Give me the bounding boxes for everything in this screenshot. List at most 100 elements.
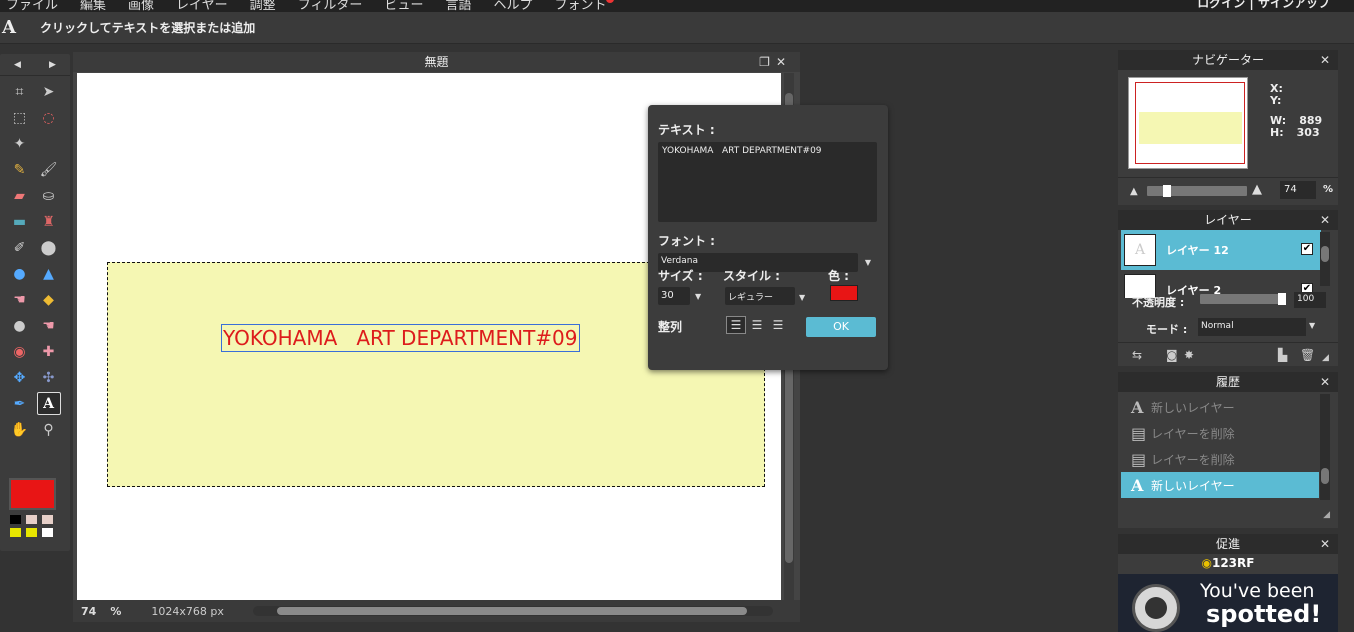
marquee-icon[interactable]: ⬚	[8, 106, 32, 129]
visibility-checkbox[interactable]: ✔	[1301, 243, 1313, 255]
paint-bucket-icon[interactable]: ⛀	[37, 184, 61, 207]
layer-styles-icon[interactable]: ✸	[1184, 348, 1194, 362]
restore-icon[interactable]: ❐	[759, 55, 776, 69]
zoom-input-value: 74	[1284, 184, 1297, 195]
swatch[interactable]	[42, 515, 53, 524]
size-select[interactable]: 30	[658, 287, 690, 305]
burn-icon[interactable]: ☚	[37, 314, 61, 337]
menu-layer[interactable]: レイヤー	[176, 0, 228, 13]
zoom-in-icon[interactable]: ▲	[1252, 182, 1262, 197]
scroll-thumb[interactable]	[277, 607, 747, 615]
swatch[interactable]	[42, 528, 53, 537]
lasso-icon[interactable]: ◌	[37, 106, 61, 129]
opacity-input[interactable]: 100	[1294, 292, 1326, 308]
color-replace-icon[interactable]: ✐	[8, 236, 32, 259]
sponge-icon[interactable]: ◆	[37, 288, 61, 311]
color-picker-icon[interactable]: ✒	[8, 392, 32, 415]
pinch-icon[interactable]: ✣	[37, 366, 61, 389]
history-label: 新しいレイヤー	[1151, 400, 1235, 415]
close-icon[interactable]: ✕	[1320, 372, 1330, 392]
pencil-icon[interactable]: ✎	[8, 158, 32, 181]
menu-font[interactable]: フォント	[554, 0, 614, 13]
blur-icon[interactable]: ●	[8, 262, 32, 285]
zoom-input[interactable]: 74	[1280, 181, 1316, 199]
menu-image[interactable]: 画像	[128, 0, 154, 13]
slider-knob[interactable]	[1278, 293, 1286, 305]
new-layer-icon[interactable]: ▙	[1278, 348, 1287, 362]
trash-icon[interactable]: 🗑	[1300, 348, 1315, 362]
menu-filter[interactable]: フィルター	[298, 0, 363, 13]
bloat-icon[interactable]: ✥	[8, 366, 32, 389]
menu-language[interactable]: 言語	[445, 0, 471, 13]
gradient-icon[interactable]: ▬	[8, 210, 32, 233]
red-eye-icon[interactable]: ◉	[8, 340, 32, 363]
close-icon[interactable]: ✕	[1320, 534, 1330, 554]
layer-row[interactable]: A レイヤー 12 ✔	[1121, 230, 1321, 270]
magic-wand-icon[interactable]: ✦	[8, 132, 32, 155]
menu-file[interactable]: ファイル	[6, 0, 58, 13]
swatch[interactable]	[26, 515, 37, 524]
layer-settings-icon[interactable]: ⇆	[1132, 348, 1142, 362]
menu-adjust[interactable]: 調整	[250, 0, 276, 13]
canvas-text[interactable]: YOKOHAMA ART DEPARTMENT#09	[221, 324, 580, 352]
history-item[interactable]: A 新しいレイヤー	[1121, 472, 1319, 498]
login-signup-link[interactable]: ログイン | サインアップ	[1197, 0, 1330, 11]
zoom-icon[interactable]: ⚲	[37, 418, 61, 441]
resize-grip-icon[interactable]: ◢	[1323, 510, 1330, 520]
zoom-slider[interactable]	[1147, 185, 1247, 197]
opacity-slider[interactable]	[1200, 293, 1286, 305]
dodge-icon[interactable]: ●	[8, 314, 32, 337]
align-center-icon[interactable]: ☰	[747, 316, 767, 334]
type-tool-icon[interactable]: A	[36, 392, 61, 415]
close-icon[interactable]: ✕	[1320, 50, 1330, 70]
align-left-icon[interactable]: ☰	[726, 316, 746, 334]
layer-mask-icon[interactable]: ◙	[1166, 348, 1178, 362]
spot-heal-icon[interactable]: ✚	[37, 340, 61, 363]
crop-icon[interactable]: ⌗	[8, 80, 32, 103]
menu-help[interactable]: ヘルプ	[493, 0, 532, 13]
text-input[interactable]: YOKOHAMA ART DEPARTMENT#09	[658, 142, 877, 222]
history-item[interactable]: A 新しいレイヤー	[1121, 394, 1319, 420]
chevron-down-icon: ▼	[799, 293, 806, 302]
scroll-thumb[interactable]	[1321, 468, 1329, 484]
horizontal-scrollbar[interactable]	[253, 606, 773, 616]
hand-icon[interactable]: ✋	[8, 418, 32, 441]
slider-knob[interactable]	[1163, 185, 1171, 197]
navigator-thumbnail[interactable]	[1128, 77, 1248, 169]
viewport-frame[interactable]	[1135, 82, 1245, 164]
history-item[interactable]: ▤ レイヤーを削除	[1121, 446, 1319, 472]
brush-icon[interactable]: 🖌	[37, 158, 61, 181]
style-select[interactable]: レギュラー	[725, 287, 795, 305]
foreground-color[interactable]	[9, 478, 56, 510]
swatch[interactable]	[10, 528, 21, 537]
close-icon[interactable]: ✕	[1320, 210, 1330, 230]
layer-scrollbar[interactable]	[1320, 232, 1330, 286]
swatch[interactable]	[26, 528, 37, 537]
smudge-icon[interactable]: ☚	[8, 288, 32, 311]
zoom-out-icon[interactable]: ▲	[1130, 186, 1138, 197]
zoom-value[interactable]: 74	[81, 605, 96, 618]
ad-banner[interactable]: You've been spotted!	[1118, 574, 1338, 632]
blend-mode-select[interactable]: Normal	[1198, 318, 1306, 336]
history-scrollbar[interactable]	[1320, 394, 1330, 500]
swatch[interactable]	[10, 515, 21, 524]
brand-name: 123RF	[1211, 556, 1255, 570]
align-right-icon[interactable]: ☰	[768, 316, 788, 334]
menu-edit[interactable]: 編集	[80, 0, 106, 13]
menu-view[interactable]: ビュー	[384, 0, 423, 13]
tools-prev-icon[interactable]: ◀	[14, 60, 21, 70]
eraser-icon[interactable]: ▰	[8, 184, 32, 207]
close-icon[interactable]: ✕	[776, 55, 792, 69]
tools-next-icon[interactable]: ▶	[49, 60, 56, 70]
sharpen-icon[interactable]: ▲	[37, 262, 61, 285]
scroll-thumb[interactable]	[1321, 246, 1329, 262]
resize-grip-icon[interactable]: ◢	[1322, 353, 1329, 363]
ok-button[interactable]: OK	[806, 317, 876, 337]
drawing-icon[interactable]: ⬤	[37, 236, 61, 259]
document-title: 無題	[424, 55, 449, 69]
move-icon[interactable]: ➤	[37, 80, 61, 103]
history-item[interactable]: ▤ レイヤーを削除	[1121, 420, 1319, 446]
text-color-swatch[interactable]	[830, 285, 858, 301]
brand-logo[interactable]: ◉123RF	[1118, 556, 1338, 570]
clone-stamp-icon[interactable]: ♜	[37, 210, 61, 233]
